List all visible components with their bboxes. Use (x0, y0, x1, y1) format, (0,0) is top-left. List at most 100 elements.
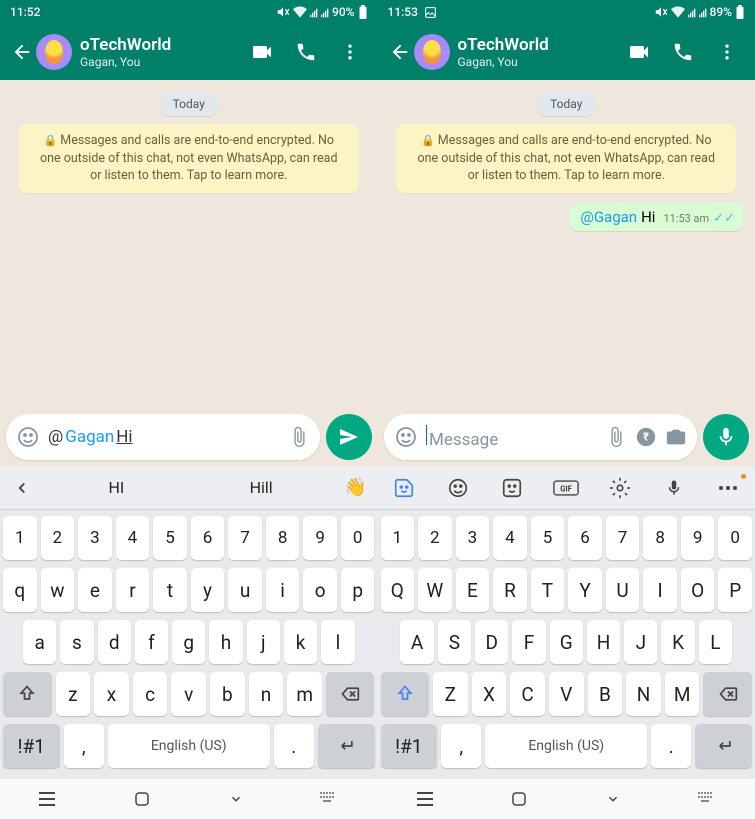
key-w[interactable]: w (41, 568, 75, 612)
encryption-notice[interactable]: 🔒 Messages and calls are end-to-end encr… (19, 124, 359, 193)
sent-message[interactable]: @Gagan Hi 11:53 am ✓✓ (570, 203, 743, 231)
period-key[interactable]: . (274, 724, 314, 768)
key-x[interactable]: X (472, 672, 507, 716)
key-d[interactable]: d (98, 620, 131, 664)
enter-key[interactable] (318, 724, 375, 768)
key-5[interactable]: 5 (531, 516, 565, 560)
key-n[interactable]: N (626, 672, 661, 716)
key-8[interactable]: 8 (266, 516, 300, 560)
key-f[interactable]: F (512, 620, 545, 664)
key-2[interactable]: 2 (418, 516, 452, 560)
key-m[interactable]: m (287, 672, 322, 716)
comma-key[interactable]: , (64, 724, 104, 768)
key-6[interactable]: 6 (191, 516, 225, 560)
key-v[interactable]: V (549, 672, 584, 716)
key-9[interactable]: 9 (303, 516, 337, 560)
key-u[interactable]: u (228, 568, 262, 612)
recents-button[interactable] (401, 783, 449, 815)
menu-button[interactable] (330, 32, 370, 72)
sticker2-tool[interactable] (490, 466, 534, 510)
key-r[interactable]: r (116, 568, 150, 612)
payment-icon[interactable]: ₹ (635, 426, 657, 448)
key-r[interactable]: R (493, 568, 527, 612)
voice-tool[interactable] (652, 466, 696, 510)
key-b[interactable]: B (588, 672, 623, 716)
key-i[interactable]: i (266, 568, 300, 612)
key-1[interactable]: 1 (381, 516, 415, 560)
key-4[interactable]: 4 (493, 516, 527, 560)
key-j[interactable]: j (247, 620, 280, 664)
voice-call-button[interactable] (286, 32, 326, 72)
key-t[interactable]: t (153, 568, 187, 612)
key-j[interactable]: J (624, 620, 657, 664)
key-3[interactable]: 3 (78, 516, 112, 560)
space-key[interactable]: English (US) (108, 724, 270, 768)
send-button[interactable] (326, 414, 372, 460)
key-4[interactable]: 4 (116, 516, 150, 560)
key-b[interactable]: b (210, 672, 245, 716)
back-nav-button[interactable] (589, 783, 637, 815)
key-x[interactable]: x (94, 672, 129, 716)
mic-button[interactable] (703, 414, 749, 460)
key-0[interactable]: 0 (718, 516, 752, 560)
emoji-tool[interactable] (436, 466, 480, 510)
key-l[interactable]: l (321, 620, 354, 664)
home-button[interactable] (495, 783, 543, 815)
key-e[interactable]: e (78, 568, 112, 612)
key-n[interactable]: n (249, 672, 284, 716)
group-avatar[interactable] (36, 34, 72, 70)
keyboard-switch-button[interactable] (684, 783, 732, 815)
backspace-key[interactable] (703, 672, 752, 716)
key-u[interactable]: U (606, 568, 640, 612)
emoji-suggestion[interactable]: 👋 (334, 466, 378, 510)
key-t[interactable]: T (531, 568, 565, 612)
menu-button[interactable] (707, 32, 747, 72)
key-9[interactable]: 9 (681, 516, 715, 560)
key-p[interactable]: P (718, 568, 752, 612)
key-e[interactable]: E (456, 568, 490, 612)
key-h[interactable]: H (587, 620, 620, 664)
key-y[interactable]: Y (568, 568, 602, 612)
key-f[interactable]: f (135, 620, 168, 664)
key-a[interactable]: A (400, 620, 433, 664)
keyboard-switch-button[interactable] (306, 783, 354, 815)
key-s[interactable]: S (438, 620, 471, 664)
space-key[interactable]: English (US) (485, 724, 647, 768)
emoji-icon[interactable] (16, 425, 40, 449)
encryption-notice[interactable]: 🔒 Messages and calls are end-to-end encr… (396, 124, 736, 193)
sticker-tool[interactable] (382, 466, 426, 510)
key-h[interactable]: h (209, 620, 242, 664)
attach-icon[interactable] (288, 426, 310, 448)
key-c[interactable]: c (133, 672, 168, 716)
group-avatar[interactable] (414, 34, 450, 70)
header-info[interactable]: oTechWorld Gagan, You (458, 35, 620, 69)
key-g[interactable]: g (172, 620, 205, 664)
key-z[interactable]: Z (433, 672, 468, 716)
more-tool[interactable] (706, 466, 750, 510)
key-i[interactable]: I (643, 568, 677, 612)
key-a[interactable]: a (23, 620, 56, 664)
suggestion-2[interactable]: Hill (189, 466, 334, 510)
video-call-button[interactable] (242, 32, 282, 72)
key-v[interactable]: v (171, 672, 206, 716)
back-button[interactable] (8, 32, 36, 72)
key-d[interactable]: D (475, 620, 508, 664)
key-6[interactable]: 6 (568, 516, 602, 560)
key-7[interactable]: 7 (228, 516, 262, 560)
key-g[interactable]: G (550, 620, 583, 664)
comma-key[interactable]: , (441, 724, 481, 768)
camera-icon[interactable] (665, 426, 687, 448)
key-c[interactable]: C (510, 672, 545, 716)
recents-button[interactable] (23, 783, 71, 815)
video-call-button[interactable] (619, 32, 659, 72)
key-3[interactable]: 3 (456, 516, 490, 560)
key-5[interactable]: 5 (153, 516, 187, 560)
key-m[interactable]: M (665, 672, 700, 716)
key-o[interactable]: O (681, 568, 715, 612)
key-k[interactable]: k (284, 620, 317, 664)
key-z[interactable]: z (56, 672, 91, 716)
enter-key[interactable] (695, 724, 752, 768)
symbols-key[interactable]: !#1 (3, 724, 60, 768)
message-input[interactable]: Message ₹ (384, 414, 698, 460)
back-nav-button[interactable] (212, 783, 260, 815)
